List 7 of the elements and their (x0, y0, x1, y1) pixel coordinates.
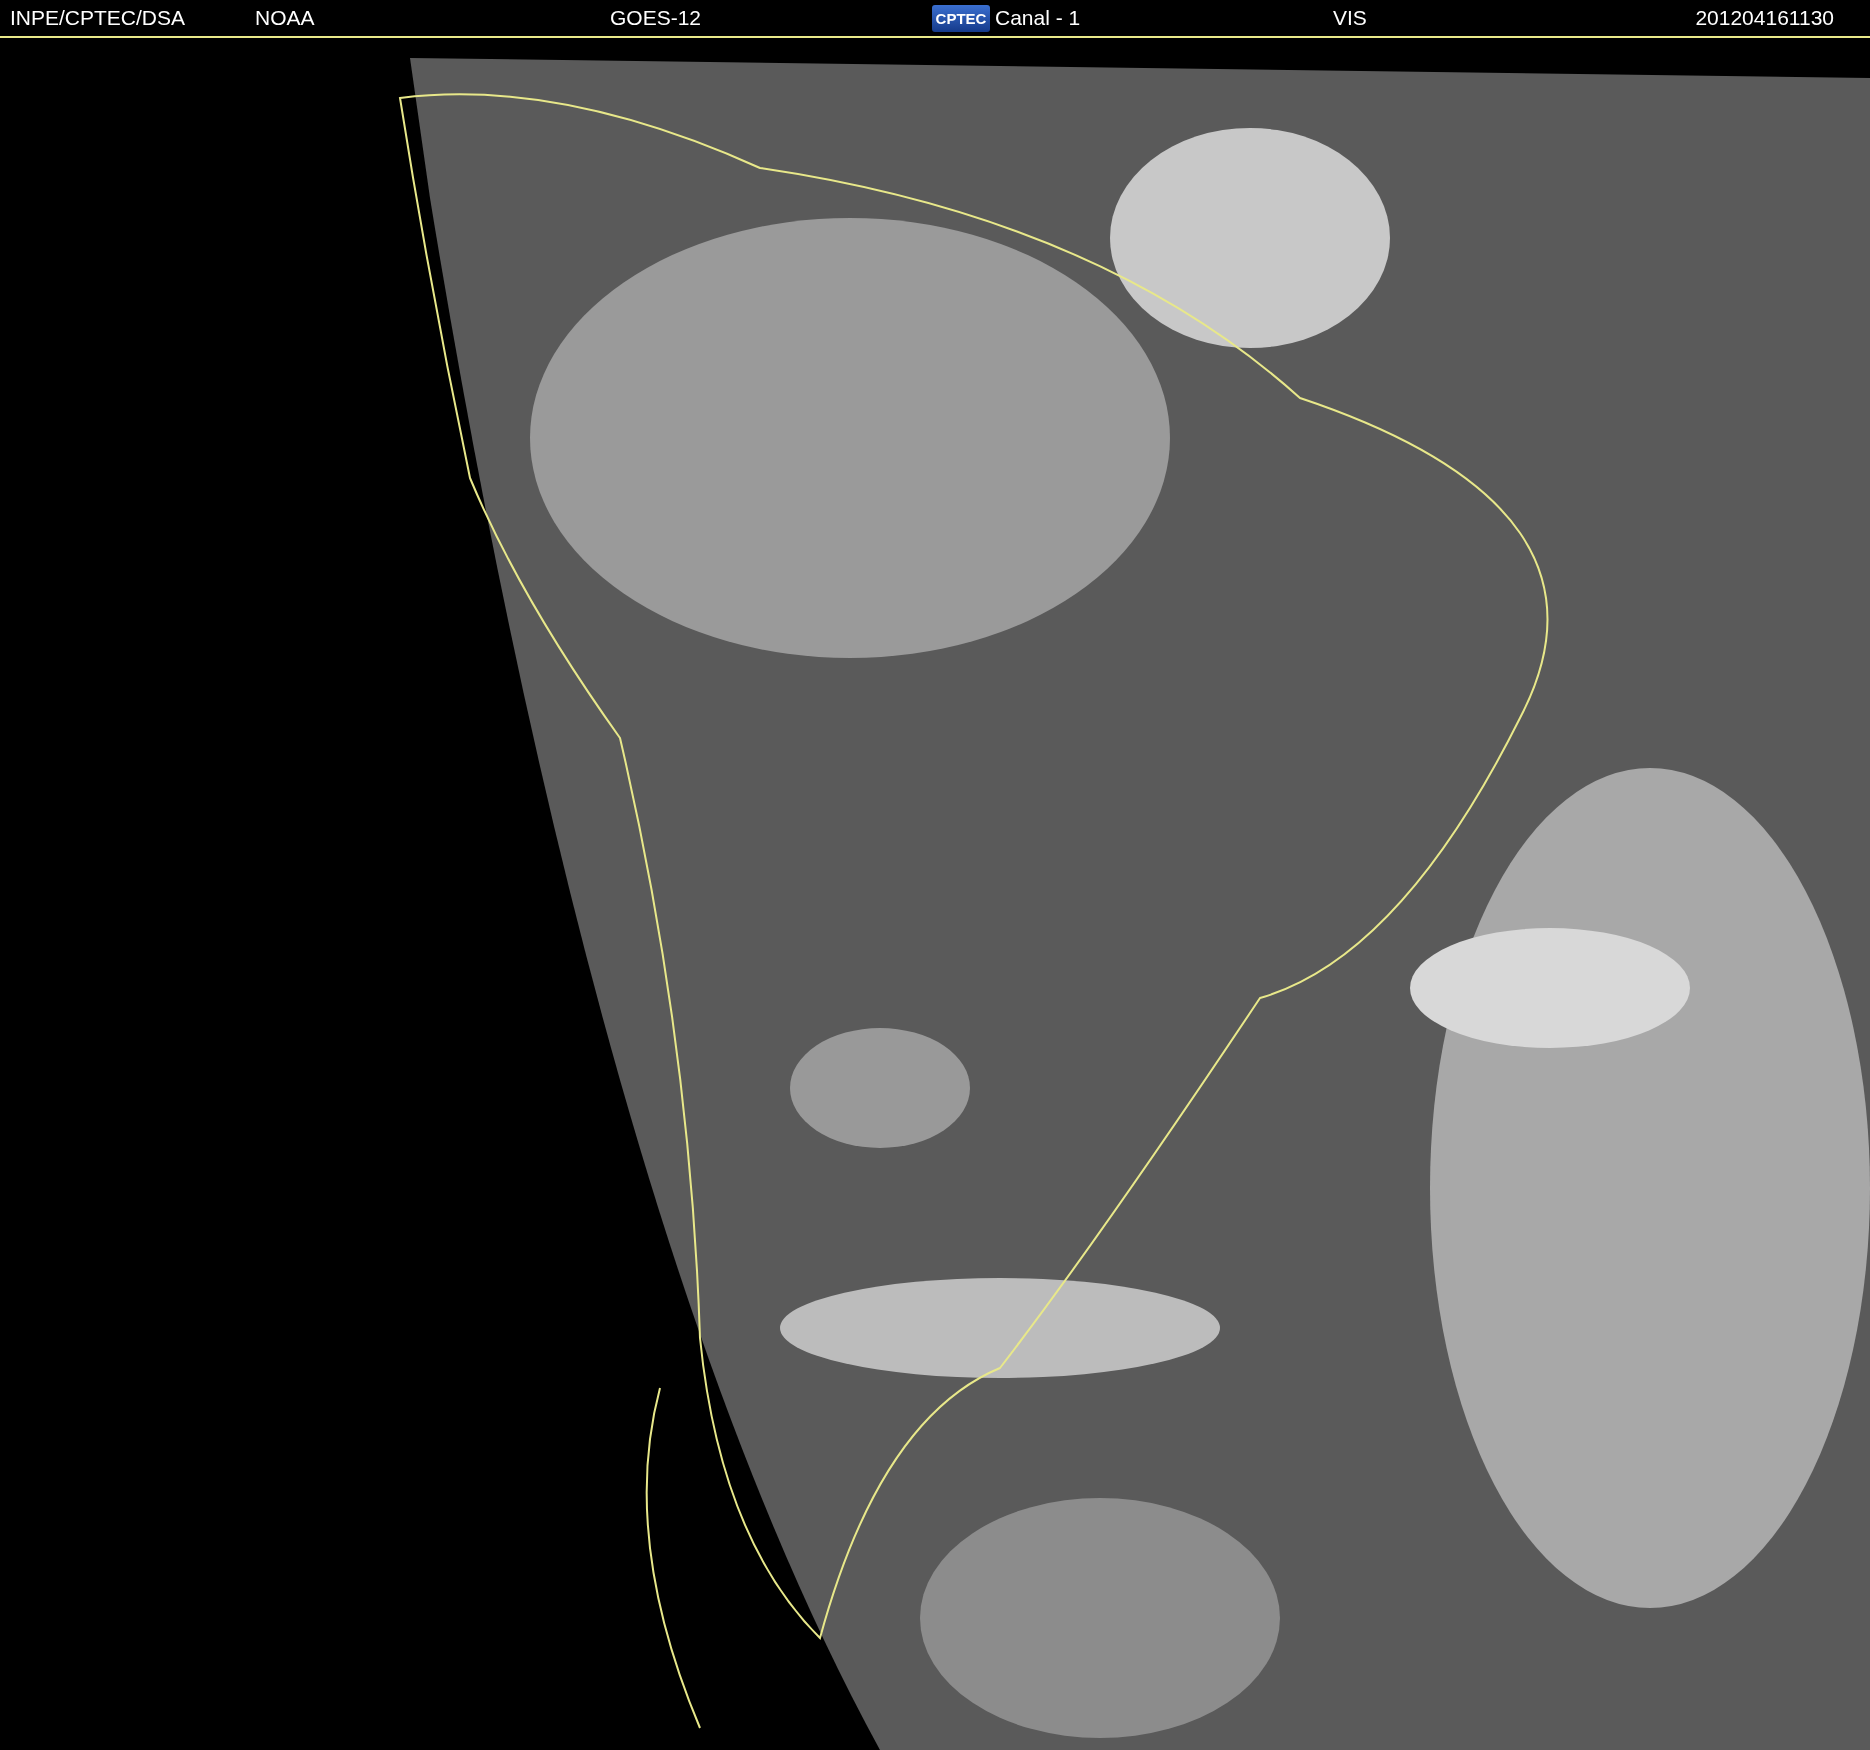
logo: CPTEC (931, 4, 991, 32)
agency-label: NOAA (255, 6, 315, 30)
band-label: VIS (1333, 6, 1367, 30)
channel-label: Canal - 1 (995, 6, 1081, 30)
satellite-label: GOES-12 (610, 6, 702, 30)
source-label: INPE/CPTEC/DSA (10, 6, 186, 30)
timestamp-label: 201204161130 (1695, 6, 1834, 30)
